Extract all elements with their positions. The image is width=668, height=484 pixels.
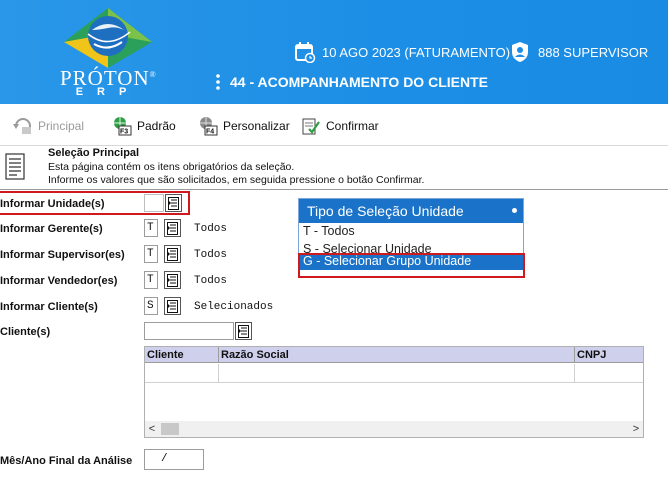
principal-label: Principal [38,119,85,133]
screen-title-text: 44 - ACOMPANHAMENTO DO CLIENTE [230,74,488,90]
lookup-list-icon [167,300,178,313]
lookup-list-icon [238,325,249,338]
refresh-icon [13,118,31,134]
app-window: PRÓTON® ERP 10 AGO 2023 (FATURAMENTO) 88… [0,0,668,484]
column-cnpj[interactable]: CNPJ [575,347,643,363]
description-line1: Esta página contém os itens obrigatórios… [48,161,295,173]
customize-globe-icon: F4 [200,117,218,136]
default-globe-icon: F3 [114,117,132,136]
header-user[interactable]: 888 SUPERVISOR [510,40,648,64]
cell-razao-social [219,364,575,383]
cliente-field[interactable]: S [144,297,158,315]
lookup-list-icon [167,222,178,235]
document-icon [5,153,25,180]
app-header: PRÓTON® ERP 10 AGO 2023 (FATURAMENTO) 88… [0,0,668,104]
cell-cliente [145,364,219,383]
clientes-field[interactable] [144,322,234,340]
vendedor-field[interactable]: T [144,271,158,289]
supervisor-label: Informar Supervisor(es) [0,249,125,261]
gerente-label: Informar Gerente(s) [0,223,103,235]
vendedor-desc: Todos [194,275,228,287]
gerente-lookup-button[interactable] [164,219,181,237]
screen-title: 44 - ACOMPANHAMENTO DO CLIENTE [216,74,488,90]
confirm-check-icon [302,118,320,135]
cliente-lookup-button[interactable] [164,297,181,315]
logo-trademark: ® [149,70,157,79]
confirmar-button[interactable]: Confirmar [300,116,379,136]
mes-ano-label: Mês/Ano Final da Análise [0,455,133,467]
cell-cnpj [575,364,643,383]
calendar-icon [295,42,316,63]
supervisor-field[interactable]: T [144,245,158,263]
dropdown-title: Tipo de Seleção Unidade [299,199,523,223]
logo-sub: ERP [75,86,141,98]
supervisor-desc: Todos [194,249,228,261]
gerente-field[interactable]: T [144,219,158,237]
scroll-right-arrow-icon[interactable]: > [629,421,643,437]
principal-button[interactable]: Principal [12,116,84,136]
header-date: 10 AGO 2023 (FATURAMENTO) [294,40,510,64]
user-shield-icon [512,42,528,62]
lookup-list-icon [167,248,178,261]
column-cliente[interactable]: Cliente [145,347,219,363]
header-user-text: 888 SUPERVISOR [538,44,649,60]
confirmar-label: Confirmar [326,119,379,133]
clientes-table: Cliente Razão Social CNPJ < > [144,346,644,438]
table-row[interactable] [145,364,643,383]
description-line2: Informe os valores que são solicitados, … [48,174,425,186]
description-title: Seleção Principal [48,147,140,159]
dropdown-option-todos[interactable]: T - Todos [299,223,523,240]
personalizar-button[interactable]: F4 Personalizar [197,116,290,136]
personalizar-label: Personalizar [223,119,290,133]
mes-ano-field[interactable]: / [144,449,204,470]
clientes-lookup-button[interactable] [235,322,252,340]
scroll-thumb[interactable] [161,423,179,435]
gerente-desc: Todos [194,223,228,235]
horizontal-scrollbar[interactable]: < > [145,421,643,437]
vendedor-lookup-button[interactable] [164,271,181,289]
scroll-left-arrow-icon[interactable]: < [145,421,159,437]
dropdown-option-highlight [298,253,525,278]
table-header: Cliente Razão Social CNPJ [145,347,643,363]
toolbar: Principal F3 Padrão F4 Personalizar Conf… [0,104,668,146]
cliente-desc: Selecionados [194,301,274,313]
cliente-label: Informar Cliente(s) [0,301,98,313]
vendedor-label: Informar Vendedor(es) [0,275,118,287]
unidade-highlight [0,191,190,215]
selection-description: Seleção Principal Esta página contém os … [0,146,668,190]
vertical-dots-icon[interactable] [216,74,220,90]
padrao-button[interactable]: F3 Padrão [111,116,176,136]
padrao-key: F3 [120,129,128,136]
clientes-label: Cliente(s) [0,326,51,338]
dropdown-title-text: Tipo de Seleção Unidade [307,203,464,219]
header-date-text: 10 AGO 2023 (FATURAMENTO) [322,44,511,60]
dropdown-option-selecionar-unidade[interactable]: S - Selecionar Unidade [299,240,523,253]
supervisor-lookup-button[interactable] [164,245,181,263]
padrao-label: Padrão [137,119,176,133]
lookup-list-icon [167,274,178,287]
personalizar-key: F4 [206,129,214,136]
dropdown-dot-icon [512,208,517,213]
column-razao-social[interactable]: Razão Social [219,347,575,363]
